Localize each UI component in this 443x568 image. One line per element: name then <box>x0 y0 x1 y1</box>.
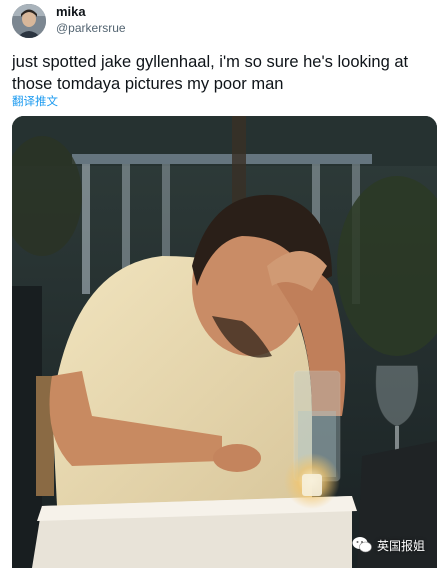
watermark: 英国报姐 <box>352 534 425 556</box>
user-handle[interactable]: @parkersrue <box>56 21 126 36</box>
tweet: mika @parkersrue just spotted jake gylle… <box>0 0 443 568</box>
photo-man-at-table <box>12 116 437 568</box>
display-name[interactable]: mika <box>56 4 86 20</box>
wechat-icon <box>352 537 372 553</box>
tweet-photo[interactable] <box>12 116 437 568</box>
tweet-text: just spotted jake gyllenhaal, i'm so sur… <box>12 53 409 93</box>
avatar[interactable] <box>12 4 46 38</box>
watermark-label: 英国报姐 <box>377 538 426 553</box>
translate-tweet-link[interactable]: 翻译推文 <box>12 95 58 109</box>
